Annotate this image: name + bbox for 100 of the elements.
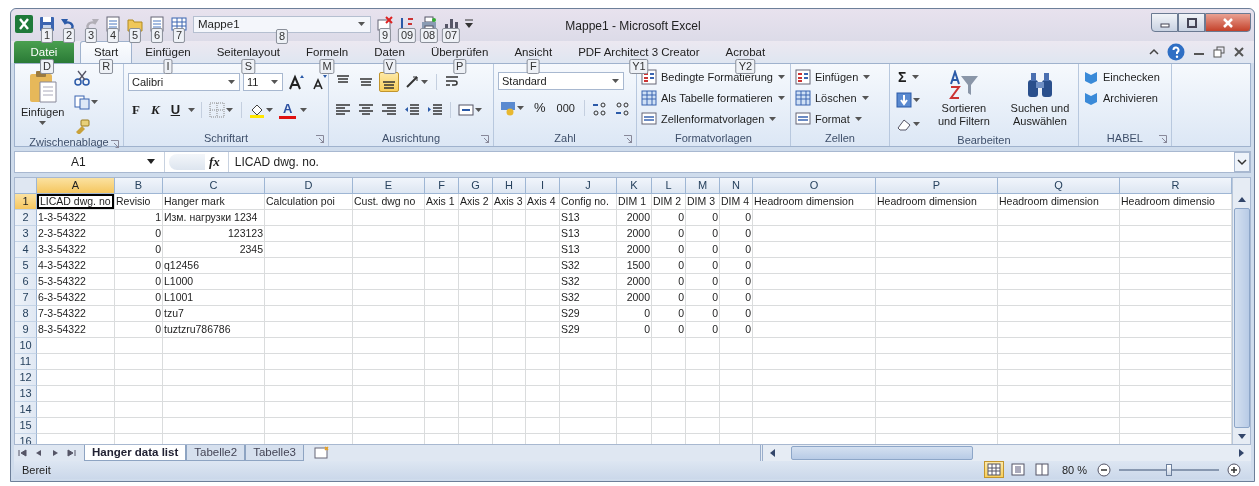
table-cell[interactable]: S32: [560, 273, 617, 290]
column-header[interactable]: H: [493, 177, 526, 194]
table-cell[interactable]: 0: [115, 305, 163, 322]
table-cell[interactable]: [425, 225, 459, 242]
table-cell[interactable]: [265, 257, 353, 274]
table-cell[interactable]: [526, 241, 560, 258]
table-cell[interactable]: Headroom dimension: [998, 193, 1120, 210]
table-cell[interactable]: [720, 417, 753, 434]
scissors-icon[interactable]: [74, 69, 91, 86]
maximize-button[interactable]: [1178, 13, 1205, 32]
table-cell[interactable]: 0: [686, 225, 720, 242]
table-cell[interactable]: [265, 225, 353, 242]
column-header[interactable]: J: [560, 177, 617, 194]
button-label[interactable]: Als Tabelle formatieren: [661, 91, 773, 104]
table-cell[interactable]: [353, 369, 425, 386]
table-cell[interactable]: 0: [720, 209, 753, 226]
table-cell[interactable]: 0: [720, 289, 753, 306]
caret-icon[interactable]: [266, 107, 273, 112]
table-cell[interactable]: [998, 337, 1120, 354]
column-header[interactable]: I: [526, 177, 560, 194]
list-icon[interactable]: [794, 110, 811, 127]
table-cell[interactable]: [617, 401, 652, 418]
table-cell[interactable]: [753, 321, 876, 338]
table-cell[interactable]: Calculation poi: [265, 193, 353, 210]
table-cell[interactable]: Config no.: [560, 193, 617, 210]
table-cell[interactable]: 2000: [617, 225, 652, 242]
table-cell[interactable]: [265, 289, 353, 306]
table-cell[interactable]: S29: [560, 305, 617, 322]
table-cell[interactable]: [876, 209, 998, 226]
table-cell[interactable]: S13: [560, 241, 617, 258]
table-cell[interactable]: 0: [686, 209, 720, 226]
table-cell[interactable]: [753, 305, 876, 322]
caret-icon[interactable]: [475, 107, 482, 112]
table-cell[interactable]: [115, 337, 163, 354]
table-cell[interactable]: [876, 337, 998, 354]
button-label[interactable]: Format: [814, 112, 850, 125]
table-cell[interactable]: [617, 417, 652, 434]
table-cell[interactable]: [998, 369, 1120, 386]
grid-icon[interactable]: [794, 68, 811, 85]
caret-icon[interactable]: [912, 121, 920, 126]
save-icon[interactable]: [39, 16, 55, 32]
table-cell[interactable]: [353, 385, 425, 402]
table-cell[interactable]: [425, 353, 459, 370]
table-icon[interactable]: [641, 89, 657, 106]
table-cell[interactable]: S32: [560, 257, 617, 274]
table-cell[interactable]: [493, 369, 526, 386]
table-icon[interactable]: [171, 16, 187, 32]
table-cell[interactable]: [753, 225, 876, 242]
table-cell[interactable]: [425, 257, 459, 274]
column-header[interactable]: Q: [998, 177, 1120, 194]
table-cell[interactable]: [876, 225, 998, 242]
caret-icon[interactable]: [39, 120, 47, 125]
table-cell[interactable]: [37, 353, 115, 370]
caret-icon[interactable]: [777, 74, 785, 79]
table-cell[interactable]: [493, 289, 526, 306]
table-cell[interactable]: [459, 209, 493, 226]
zoom-slider-thumb[interactable]: [1166, 463, 1172, 476]
column-header[interactable]: A: [37, 177, 115, 194]
table-cell[interactable]: [617, 385, 652, 402]
zoom-level[interactable]: 80 %: [1055, 463, 1093, 476]
table-cell[interactable]: [998, 401, 1120, 418]
zoom-in-icon[interactable]: [1227, 462, 1241, 477]
table-cell[interactable]: [998, 417, 1120, 434]
borders-button[interactable]: [207, 99, 236, 120]
caret-icon[interactable]: [863, 74, 871, 79]
table-cell[interactable]: Axis 3: [493, 193, 526, 210]
table-cell[interactable]: [753, 353, 876, 370]
table-cell[interactable]: [753, 401, 876, 418]
button-label[interactable]: Löschen: [814, 91, 857, 104]
table-cell[interactable]: [115, 385, 163, 402]
table-cell[interactable]: 2000: [617, 209, 652, 226]
close-icon[interactable]: [1233, 45, 1245, 58]
table-cell[interactable]: [876, 305, 998, 322]
bold-button[interactable]: F: [128, 100, 144, 119]
table-cell[interactable]: [753, 273, 876, 290]
table-cell[interactable]: [459, 289, 493, 306]
caret-icon[interactable]: [271, 79, 278, 84]
table-cell[interactable]: [353, 417, 425, 434]
table-cell[interactable]: [560, 353, 617, 370]
table-cell[interactable]: [353, 289, 425, 306]
sort-filter-button[interactable]: Sortieren und Filtern: [928, 67, 999, 130]
column-header[interactable]: K: [617, 177, 652, 194]
table-cell[interactable]: [493, 257, 526, 274]
underline-button[interactable]: U: [166, 100, 184, 119]
table-cell[interactable]: [163, 369, 265, 386]
table-cell[interactable]: [526, 321, 560, 338]
table-cell[interactable]: [163, 417, 265, 434]
table-cell[interactable]: [459, 273, 493, 290]
table-cell[interactable]: [265, 401, 353, 418]
table-cell[interactable]: [493, 225, 526, 242]
table-cell[interactable]: Headroom dimension: [876, 193, 998, 210]
table-cell[interactable]: 0: [115, 257, 163, 274]
table-cell[interactable]: Axis 4: [526, 193, 560, 210]
caret-icon[interactable]: [854, 116, 862, 121]
restore-icon[interactable]: [1213, 45, 1225, 58]
table-cell[interactable]: [37, 385, 115, 402]
table-cell[interactable]: [265, 337, 353, 354]
table-cell[interactable]: [617, 337, 652, 354]
first-sheet-icon[interactable]: [18, 447, 28, 458]
table-cell[interactable]: [998, 257, 1120, 274]
